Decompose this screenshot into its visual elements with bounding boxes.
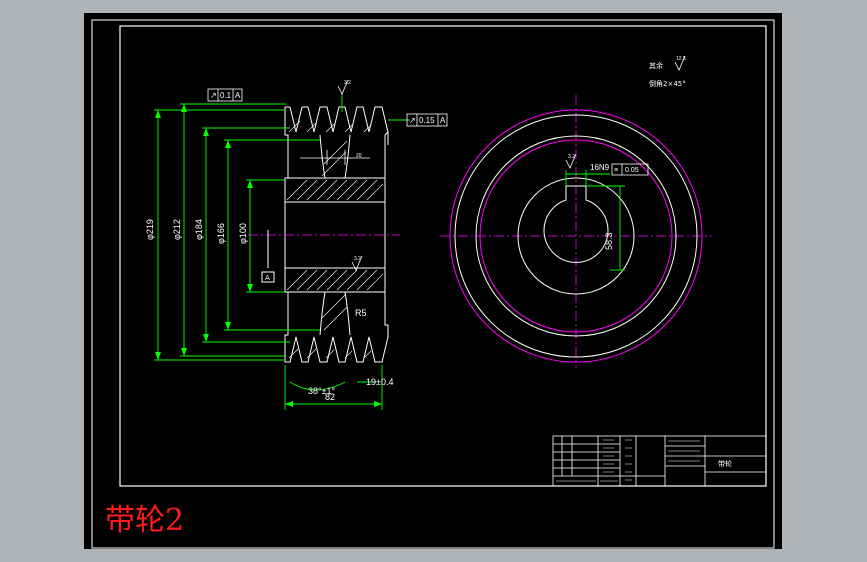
dim-web: 20 xyxy=(356,153,362,159)
note-chamfer: 倒角2×45° xyxy=(649,79,686,88)
dim-bore-key: 58.3 xyxy=(604,232,614,250)
datum-label: A xyxy=(265,274,270,282)
dim-d184: φ184 xyxy=(194,219,204,240)
roughness-key: 3.2 xyxy=(568,154,575,160)
dim-angle: 38°±1° xyxy=(308,386,336,396)
roughness-groove: 3.2 xyxy=(344,80,351,86)
dim-pitch: 19±0.4 xyxy=(366,377,393,387)
tol-key-value: 0.05 xyxy=(625,167,639,174)
tol-right-value: 0.15 xyxy=(419,116,435,125)
tol-right-datum: A xyxy=(440,116,446,125)
tol-top-datum: A xyxy=(235,91,241,100)
drawing-canvas: φ219 φ212 φ184 φ166 φ100 82 38°±1° 19±0.… xyxy=(84,13,782,549)
rest-roughness: 12.5 xyxy=(676,56,686,62)
drawing-caption: 带轮2 xyxy=(105,503,185,538)
cad-viewer[interactable]: φ219 φ212 φ184 φ166 φ100 82 38°±1° 19±0.… xyxy=(0,0,867,562)
tol-top-symbol: ↗ xyxy=(210,91,217,100)
tol-key-symbol: ≡ xyxy=(614,167,618,174)
dim-d166: φ166 xyxy=(216,223,226,244)
dim-key-width: 16N9 xyxy=(590,163,610,172)
note-rest: 其余 xyxy=(649,61,663,70)
roughness-bore: 3.2 xyxy=(354,256,361,262)
tol-right-symbol: ↗ xyxy=(409,116,416,125)
dim-d212: φ212 xyxy=(172,219,182,240)
title-part-name: 带轮 xyxy=(718,459,732,468)
tol-top-value: 0.1 xyxy=(220,91,232,100)
drawing-sheet xyxy=(84,13,782,549)
dim-d219: φ219 xyxy=(145,219,155,240)
dim-d100: φ100 xyxy=(238,223,248,244)
dim-radius: R5 xyxy=(355,308,367,318)
